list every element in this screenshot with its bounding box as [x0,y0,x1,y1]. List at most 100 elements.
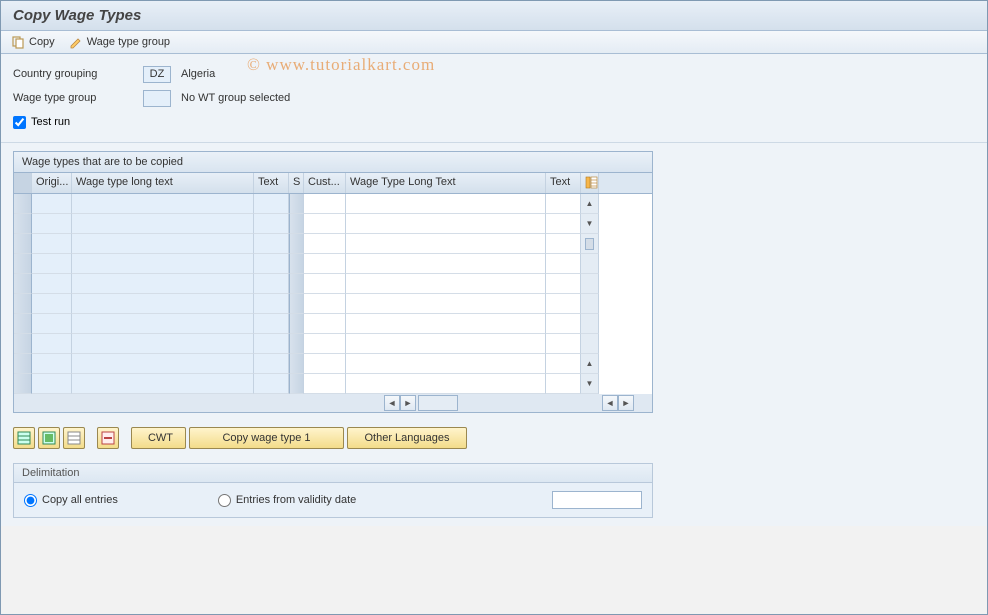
cell-text-2[interactable] [546,334,581,354]
cell-s[interactable] [289,314,304,334]
cell-s[interactable] [289,354,304,374]
cell-origi[interactable] [32,354,72,374]
cell-s[interactable] [289,334,304,354]
table-row[interactable]: ▼ [14,214,652,234]
cell-text-1[interactable] [254,294,289,314]
cell-cust[interactable] [304,214,346,234]
cell-text-2[interactable] [546,374,581,394]
cell-origi[interactable] [32,254,72,274]
cell-cust[interactable] [304,274,346,294]
cell-origi[interactable] [32,334,72,354]
cell-wage-type-long-text-2[interactable] [346,374,546,394]
cell-text-2[interactable] [546,294,581,314]
cell-s[interactable] [289,374,304,394]
row-selector[interactable] [14,274,32,294]
scroll-left-button-2[interactable]: ◄ [602,395,618,411]
col-origi[interactable]: Origi... [32,173,72,193]
vscroll-cell[interactable] [581,274,599,294]
hscroll-track-1[interactable] [418,395,458,411]
cell-s[interactable] [289,294,304,314]
vscroll-cell[interactable]: ▲ [581,354,599,374]
vscroll-cell[interactable] [581,294,599,314]
row-selector[interactable] [14,194,32,214]
col-selector[interactable] [14,173,32,193]
cell-cust[interactable] [304,314,346,334]
cell-wage-type-long-text-1[interactable] [72,314,254,334]
cell-text-1[interactable] [254,234,289,254]
row-selector[interactable] [14,334,32,354]
copy-all-entries-radio-label[interactable]: Copy all entries [24,494,118,507]
cwt-button[interactable]: CWT [131,427,186,449]
vscroll-cell[interactable] [581,334,599,354]
cell-text-2[interactable] [546,194,581,214]
cell-wage-type-long-text-2[interactable] [346,254,546,274]
cell-origi[interactable] [32,194,72,214]
cell-text-2[interactable] [546,314,581,334]
icon-button-2[interactable] [38,427,60,449]
row-selector[interactable] [14,314,32,334]
cell-cust[interactable] [304,234,346,254]
cell-wage-type-long-text-1[interactable] [72,274,254,294]
cell-wage-type-long-text-2[interactable] [346,234,546,254]
cell-s[interactable] [289,234,304,254]
icon-button-1[interactable] [13,427,35,449]
copy-all-entries-radio[interactable] [24,494,37,507]
copy-wage-type-1-button[interactable]: Copy wage type 1 [189,427,344,449]
cell-s[interactable] [289,214,304,234]
cell-wage-type-long-text-2[interactable] [346,274,546,294]
col-wage-type-long-text-2[interactable]: Wage Type Long Text [346,173,546,193]
scroll-right-button[interactable]: ► [400,395,416,411]
table-row[interactable] [14,334,652,354]
col-text-1[interactable]: Text [254,173,289,193]
cell-cust[interactable] [304,334,346,354]
row-selector[interactable] [14,214,32,234]
cell-text-2[interactable] [546,214,581,234]
row-selector[interactable] [14,354,32,374]
table-row[interactable] [14,254,652,274]
cell-cust[interactable] [304,254,346,274]
copy-button[interactable]: Copy [11,35,55,49]
cell-origi[interactable] [32,294,72,314]
vscroll-cell[interactable]: ▼ [581,374,599,394]
cell-origi[interactable] [32,234,72,254]
row-selector[interactable] [14,294,32,314]
cell-text-1[interactable] [254,274,289,294]
table-row[interactable] [14,274,652,294]
cell-s[interactable] [289,254,304,274]
cell-s[interactable] [289,274,304,294]
entries-from-radio[interactable] [218,494,231,507]
table-row[interactable]: ▼ [14,374,652,394]
cell-cust[interactable] [304,294,346,314]
cell-wage-type-long-text-1[interactable] [72,374,254,394]
cell-text-1[interactable] [254,214,289,234]
cell-wage-type-long-text-1[interactable] [72,354,254,374]
table-row[interactable] [14,314,652,334]
cell-text-1[interactable] [254,194,289,214]
col-text-2[interactable]: Text [546,173,581,193]
wage-type-group-button[interactable]: Wage type group [69,35,170,49]
cell-cust[interactable] [304,354,346,374]
entries-from-radio-label[interactable]: Entries from validity date [218,494,356,507]
cell-wage-type-long-text-2[interactable] [346,314,546,334]
cell-text-1[interactable] [254,354,289,374]
cell-cust[interactable] [304,194,346,214]
cell-origi[interactable] [32,374,72,394]
scroll-right-button-2[interactable]: ► [618,395,634,411]
scroll-left-button[interactable]: ◄ [384,395,400,411]
cell-wage-type-long-text-1[interactable] [72,334,254,354]
table-row[interactable] [14,234,652,254]
vscroll-cell[interactable]: ▲ [581,194,599,214]
cell-wage-type-long-text-1[interactable] [72,234,254,254]
cell-text-1[interactable] [254,374,289,394]
cell-origi[interactable] [32,214,72,234]
cell-s[interactable] [289,194,304,214]
cell-wage-type-long-text-1[interactable] [72,214,254,234]
vscroll-cell[interactable] [581,314,599,334]
cell-wage-type-long-text-2[interactable] [346,214,546,234]
cell-wage-type-long-text-1[interactable] [72,194,254,214]
cell-wage-type-long-text-2[interactable] [346,354,546,374]
table-row[interactable] [14,294,652,314]
vscroll-cell[interactable]: ▼ [581,214,599,234]
other-languages-button[interactable]: Other Languages [347,427,467,449]
cell-text-2[interactable] [546,274,581,294]
